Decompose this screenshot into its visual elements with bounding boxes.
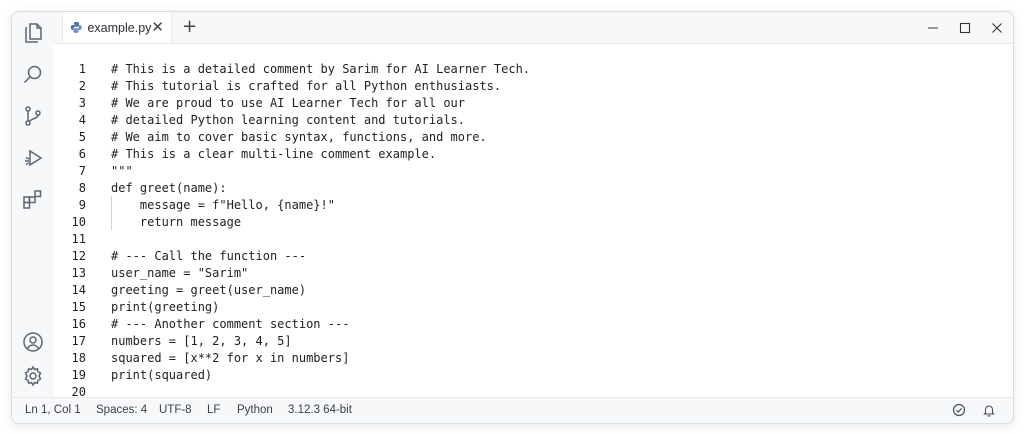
maximize-icon	[959, 22, 971, 33]
code-line[interactable]: 16 # --- Another comment section ---	[54, 316, 1013, 333]
settings-gear-icon[interactable]	[21, 364, 45, 388]
close-window-button[interactable]	[981, 12, 1013, 43]
line-number: 15	[71, 300, 86, 314]
code-text: squared = [x**2 for x in numbers]	[111, 351, 350, 365]
code-text: # detailed Python learning content and t…	[111, 113, 466, 127]
code-line[interactable]: 12 # --- Call the function ---	[54, 248, 1013, 265]
status-bar: Ln 1, Col 1 Spaces: 4 UTF-8 LF Python 3.…	[12, 397, 1013, 423]
line-number: 9	[78, 198, 86, 212]
python-file-icon	[70, 22, 82, 33]
tab-close-icon[interactable]: ✕	[151, 20, 164, 35]
editor-window: example.py ✕ + 1 # This is a detailed com…	[11, 11, 1014, 424]
code-text: return message	[111, 215, 242, 229]
tab-filename: example.py	[87, 20, 152, 35]
code-text: # We are proud to use AI Learner Tech fo…	[111, 96, 466, 110]
line-number: 2	[78, 79, 86, 93]
line-number: 6	[78, 147, 86, 161]
language-mode[interactable]: Python	[237, 404, 273, 416]
bell-icon[interactable]	[982, 403, 996, 417]
eol-status[interactable]: LF	[207, 404, 220, 416]
code-line[interactable]: 9 message = f"Hello, {name}!"	[54, 197, 1013, 214]
minimize-icon	[928, 26, 938, 29]
files-icon[interactable]	[21, 21, 45, 45]
source-control-icon[interactable]	[21, 104, 45, 128]
code-line[interactable]: 2 # This tutorial is crafted for all Pyth…	[54, 78, 1013, 95]
code-line[interactable]: 11	[54, 231, 1013, 248]
code-text: print(squared)	[111, 368, 213, 382]
code-line[interactable]: 4 # detailed Python learning content and …	[54, 112, 1013, 129]
code-line[interactable]: 13 user_name = "Sarim"	[54, 265, 1013, 282]
line-number: 16	[71, 317, 86, 331]
code-line[interactable]: 7 """	[54, 163, 1013, 180]
cursor-position[interactable]: Ln 1, Col 1	[25, 404, 81, 416]
interpreter-version[interactable]: 3.12.3 64-bit	[288, 404, 352, 416]
new-tab-button[interactable]: +	[182, 17, 197, 37]
check-circle-icon[interactable]	[952, 403, 966, 417]
code-text: message = f"Hello, {name}!"	[111, 198, 335, 212]
code-text: greeting = greet(user_name)	[111, 283, 307, 297]
code-text: print(greeting)	[111, 300, 220, 314]
code-text: # This is a clear multi-line comment exa…	[111, 147, 437, 161]
code-line[interactable]: 6 # This is a clear multi-line comment ex…	[54, 146, 1013, 163]
encoding-status[interactable]: UTF-8	[159, 404, 192, 416]
line-number: 17	[71, 334, 86, 348]
code-line[interactable]: 10 return message	[54, 214, 1013, 231]
activity-bar	[12, 12, 55, 397]
line-number: 12	[71, 249, 86, 263]
code-text: numbers = [1, 2, 3, 4, 5]	[111, 334, 292, 348]
code-line[interactable]: 17 numbers = [1, 2, 3, 4, 5]	[54, 333, 1013, 350]
extensions-icon[interactable]	[21, 187, 45, 211]
code-text: # This tutorial is crafted for all Pytho…	[111, 79, 502, 93]
code-text: """	[111, 164, 133, 178]
code-text: user_name = "Sarim"	[111, 266, 249, 280]
line-number: 5	[78, 130, 86, 144]
line-number: 8	[78, 181, 86, 195]
code-text: # This is a detailed comment by Sarim fo…	[111, 62, 531, 76]
line-number: 3	[78, 96, 86, 110]
line-number: 4	[78, 113, 86, 127]
line-number: 1	[78, 62, 86, 76]
indentation-status[interactable]: Spaces: 4	[96, 404, 147, 416]
code-text: # --- Call the function ---	[111, 249, 307, 263]
search-icon[interactable]	[21, 62, 45, 86]
code-text: def greet(name):	[111, 181, 227, 195]
line-number: 7	[78, 164, 86, 178]
line-number: 11	[71, 232, 86, 246]
line-number: 18	[71, 351, 86, 365]
code-line[interactable]: 5 # We aim to cover basic syntax, functio…	[54, 129, 1013, 146]
code-line[interactable]: 18 squared = [x**2 for x in numbers]	[54, 350, 1013, 367]
close-icon	[992, 22, 1002, 33]
code-line[interactable]: 15 print(greeting)	[54, 299, 1013, 316]
line-number: 14	[71, 283, 86, 297]
code-text: # We aim to cover basic syntax, function…	[111, 130, 487, 144]
code-line[interactable]: 8 def greet(name):	[54, 180, 1013, 197]
minimize-button[interactable]	[917, 12, 949, 43]
line-number: 19	[71, 368, 86, 382]
code-editor[interactable]: 1 # This is a detailed comment by Sarim f…	[54, 44, 1013, 416]
code-text: # --- Another comment section ---	[111, 317, 350, 331]
line-number: 13	[71, 266, 86, 280]
code-line[interactable]: 14 greeting = greet(user_name)	[54, 282, 1013, 299]
tab-example-py[interactable]: example.py ✕	[62, 12, 172, 43]
code-line[interactable]: 3 # We are proud to use AI Learner Tech f…	[54, 95, 1013, 112]
line-number: 10	[71, 215, 86, 229]
maximize-button[interactable]	[949, 12, 981, 43]
tab-bar: example.py ✕ +	[54, 12, 1013, 44]
run-debug-icon[interactable]	[21, 146, 45, 170]
code-line[interactable]: 19 print(squared)	[54, 367, 1013, 384]
account-icon[interactable]	[21, 330, 45, 354]
code-line[interactable]: 1 # This is a detailed comment by Sarim f…	[54, 61, 1013, 78]
